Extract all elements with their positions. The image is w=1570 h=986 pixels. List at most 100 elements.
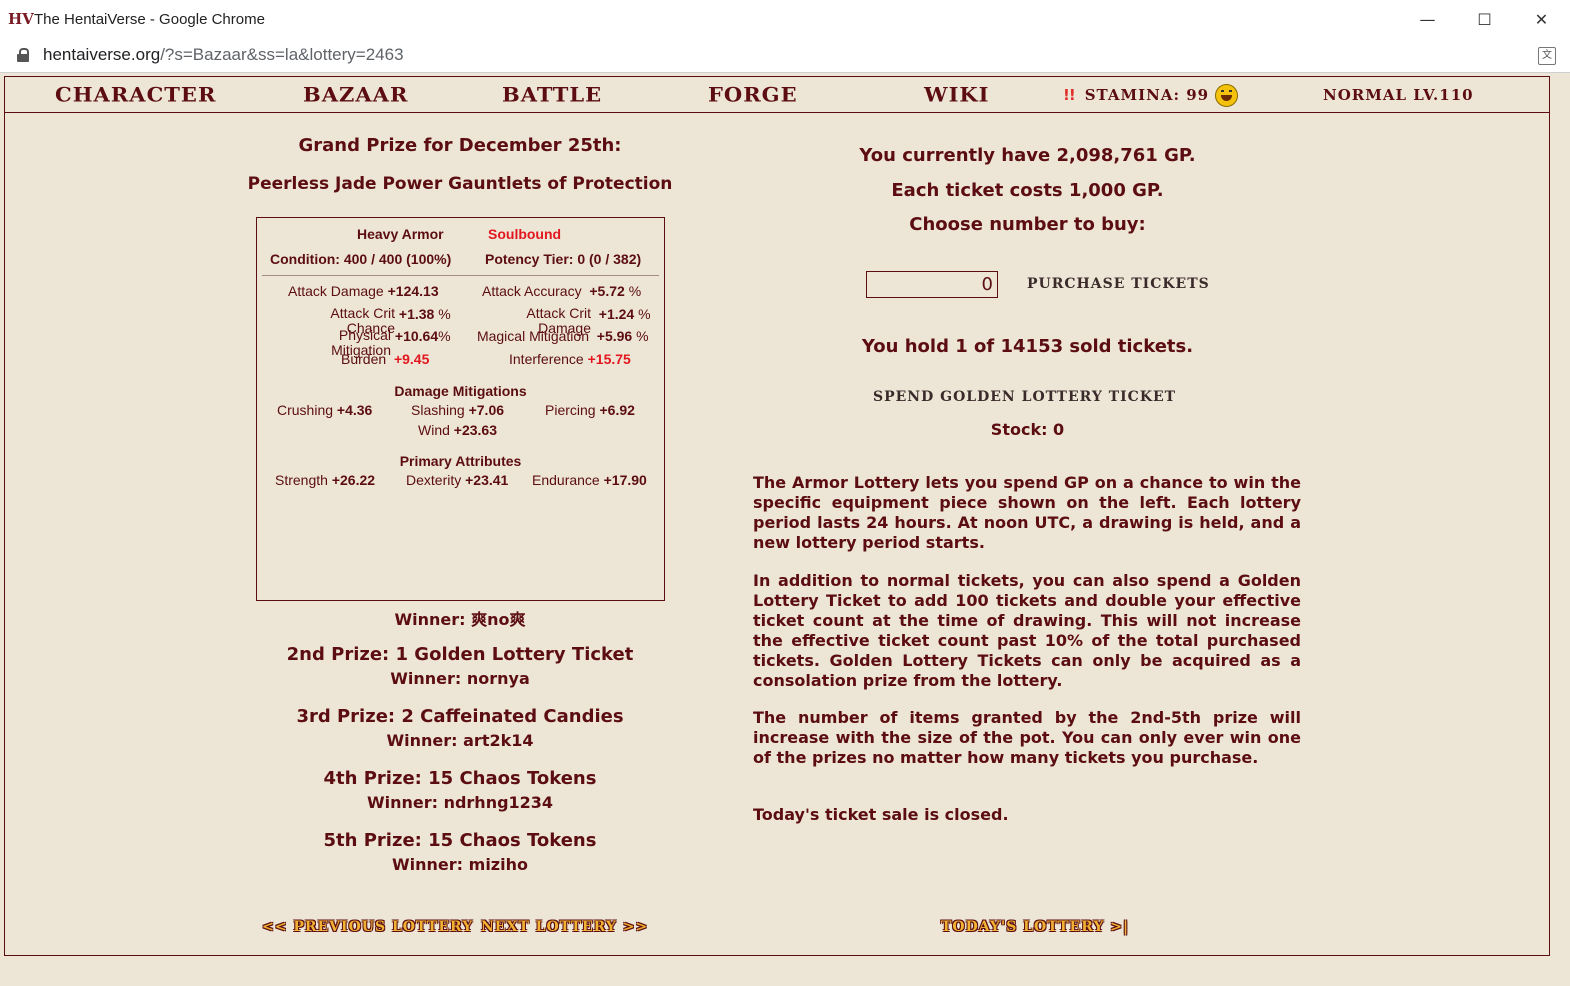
stamina-text: STAMINA: 99 <box>1084 86 1210 104</box>
difficulty-level[interactable]: NORMAL LV.110 <box>1323 81 1474 109</box>
stat-value: +5.96 <box>596 328 633 344</box>
stat-value: +15.75 <box>587 351 631 367</box>
choose-number-label: Choose number to buy: <box>909 214 1146 235</box>
lock-icon[interactable] <box>17 48 29 62</box>
stat-attack-crit-chance: Attack Crit Chance +1.38 % <box>321 305 451 336</box>
primary-attributes-title: Primary Attributes <box>399 453 522 469</box>
stat-label: Dexterity <box>406 472 462 488</box>
stat-label: Attack Crit Chance <box>330 305 395 336</box>
stat-label: Wind <box>418 422 450 438</box>
stat-value: +23.41 <box>465 472 509 488</box>
stat-piercing: Piercing +6.92 <box>545 402 635 418</box>
purchase-tickets-button[interactable]: PURCHASE TICKETS <box>1027 276 1210 292</box>
gp-balance: You currently have 2,098,761 GP. <box>859 145 1196 166</box>
page-frame: CHARACTER BAZAAR BATTLE FORGE WIKI !! ST… <box>4 76 1550 956</box>
stat-label: Physical Mitigation <box>331 327 391 358</box>
stat-label: Piercing <box>545 402 596 418</box>
ticket-quantity-input[interactable] <box>866 271 998 298</box>
stamina-indicator[interactable]: !! STAMINA: 99 <box>1063 81 1239 109</box>
stat-attack-accuracy: Attack Accuracy +5.72 % <box>482 283 641 299</box>
stat-label: Endurance <box>532 472 600 488</box>
percent-sign: % <box>638 306 651 322</box>
stat-value: +124.13 <box>387 283 439 299</box>
stat-label: Crushing <box>277 402 334 418</box>
stamina-smiley-icon <box>1215 83 1239 107</box>
stat-label: Interference <box>509 351 584 367</box>
stat-value: +17.90 <box>603 472 647 488</box>
stat-value: +6.92 <box>599 402 635 418</box>
prize-3-winner: Winner: art2k14 <box>386 731 534 750</box>
prize-4-title: 4th Prize: 15 Chaos Tokens <box>323 768 597 789</box>
stat-dexterity: Dexterity +23.41 <box>406 472 508 488</box>
percent-sign: % <box>438 328 451 344</box>
grand-prize-title: Grand Prize for December 25th: <box>298 135 622 156</box>
stat-crushing: Crushing +4.36 <box>277 402 372 418</box>
stat-value: +26.22 <box>331 472 376 488</box>
stat-label: Attack Damage <box>288 283 384 299</box>
stat-physical-mitigation: Physical Mitigation +10.64% <box>321 327 451 358</box>
stat-endurance: Endurance +17.90 <box>532 472 647 488</box>
top-navigation: CHARACTER BAZAAR BATTLE FORGE WIKI !! ST… <box>5 77 1549 113</box>
todays-lottery-link[interactable]: TODAY'S LOTTERY >| <box>941 919 1129 935</box>
stat-value: +10.64 <box>394 328 439 344</box>
stat-value: +9.45 <box>393 351 430 367</box>
nav-character[interactable]: CHARACTER <box>55 82 216 108</box>
equipment-type: Heavy Armor <box>357 226 444 242</box>
nav-wiki[interactable]: WIKI <box>924 82 989 108</box>
address-bar[interactable]: hentaiverse.org/?s=Bazaar&ss=la&lottery=… <box>0 38 1570 73</box>
stat-value: +1.24 <box>598 306 635 322</box>
stat-value: +23.63 <box>453 422 498 438</box>
nav-bazaar[interactable]: BAZAAR <box>303 82 408 108</box>
prize-3-title: 3rd Prize: 2 Caffeinated Candies <box>296 706 624 727</box>
stamina-alert: !! <box>1063 86 1076 104</box>
grand-prize-winner: Winner: 爽no爽 <box>394 610 526 629</box>
spend-golden-ticket-button[interactable]: SPEND GOLDEN LOTTERY TICKET <box>873 389 1176 405</box>
stat-label: Burden <box>341 351 387 367</box>
percent-sign: % <box>636 328 649 344</box>
previous-lottery-link[interactable]: << PREVIOUS LOTTERY <box>262 919 473 935</box>
url-host: hentaiverse.org <box>43 45 161 64</box>
nav-forge[interactable]: FORGE <box>708 82 798 108</box>
window-title: The HentaiVerse - Google Chrome <box>34 10 265 28</box>
prize-2-title: 2nd Prize: 1 Golden Lottery Ticket <box>286 644 634 665</box>
stat-value: +4.36 <box>336 402 373 418</box>
grand-prize-section: Grand Prize for December 25th: Peerless … <box>235 135 685 194</box>
soulbound-label: Soulbound <box>488 226 562 242</box>
stat-value: +5.72 <box>589 283 625 299</box>
grand-prize-item-name: Peerless Jade Power Gauntlets of Protect… <box>247 174 673 194</box>
equipment-stats-panel: Heavy Armor Soulbound Condition: 400 / 4… <box>256 217 665 601</box>
prize-5-winner: Winner: miziho <box>392 855 528 874</box>
prize-5-title: 5th Prize: 15 Chaos Tokens <box>323 830 597 851</box>
maximize-icon[interactable]: ☐ <box>1456 0 1513 38</box>
url-path: /?s=Bazaar&ss=la&lottery=2463 <box>160 45 404 64</box>
stat-strength: Strength +26.22 <box>275 472 375 488</box>
stat-label: Attack Accuracy <box>482 283 582 299</box>
stat-value: +1.38 <box>398 306 435 322</box>
stat-interference: Interference +15.75 <box>509 351 631 367</box>
percent-sign: % <box>438 306 451 322</box>
stat-label: Strength <box>275 472 328 488</box>
stat-wind: Wind +23.63 <box>418 422 497 438</box>
divider <box>262 275 659 276</box>
stat-label: Slashing <box>411 402 465 418</box>
golden-ticket-stock: Stock: 0 <box>990 420 1065 439</box>
next-lottery-link[interactable]: NEXT LOTTERY >> <box>481 919 648 935</box>
description-paragraph-1: The Armor Lottery lets you spend GP on a… <box>753 473 1301 552</box>
equipment-condition: Condition: 400 / 400 (100%) <box>270 251 452 267</box>
stat-attack-crit-damage: Attack Crit Damage +1.24 % <box>519 306 651 336</box>
description-paragraph-3: The number of items granted by the 2nd-5… <box>753 708 1301 767</box>
close-icon[interactable]: ✕ <box>1513 0 1570 38</box>
prize-4-winner: Winner: ndrhng1234 <box>366 793 554 812</box>
window-controls: — ☐ ✕ <box>1399 0 1570 38</box>
nav-battle[interactable]: BATTLE <box>502 82 602 108</box>
equipment-potency: Potency Tier: 0 (0 / 382) <box>485 251 642 267</box>
stat-burden: Burden +9.45 <box>341 351 429 367</box>
translate-icon[interactable]: 文 <box>1538 47 1556 65</box>
percent-sign: % <box>628 283 642 299</box>
damage-mitigations-title: Damage Mitigations <box>394 383 527 399</box>
url-text[interactable]: hentaiverse.org/?s=Bazaar&ss=la&lottery=… <box>43 45 404 65</box>
minimize-icon[interactable]: — <box>1399 0 1456 38</box>
stat-value: +7.06 <box>468 402 505 418</box>
description-paragraph-2: In addition to normal tickets, you can a… <box>753 571 1301 690</box>
stat-label: Magical Mitigation <box>476 328 589 344</box>
